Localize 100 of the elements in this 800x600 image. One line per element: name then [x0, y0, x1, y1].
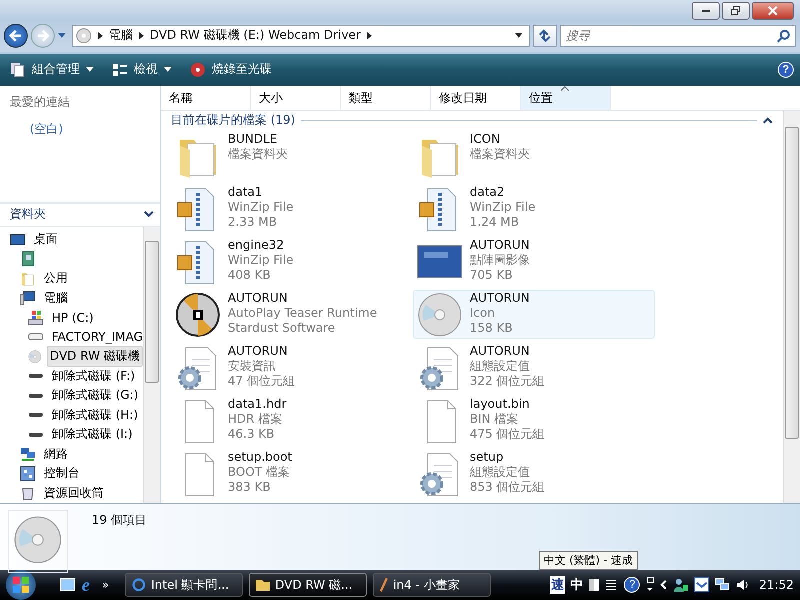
column-header[interactable]: 位置 [521, 86, 611, 110]
chevron-down-icon[interactable] [144, 210, 154, 219]
ime-indicator[interactable]: 中 [570, 576, 584, 594]
file-item[interactable]: AUTORUN Icon 158 KB [413, 290, 655, 339]
taskbar-button[interactable]: DVD RW 磁... [249, 573, 368, 597]
empty-text: (空白) [30, 120, 64, 138]
tree-item[interactable]: 控制台 [41, 463, 83, 484]
restore-button[interactable] [722, 2, 750, 20]
tree-item[interactable]: 桌面 [31, 229, 61, 250]
refresh-icon [538, 28, 552, 43]
start-button[interactable] [6, 570, 36, 600]
computer-icon [20, 290, 36, 306]
file-item[interactable]: setup 組態設定值 853 個位元組 [413, 448, 655, 498]
show-desktop-icon[interactable] [60, 577, 76, 593]
refresh-button[interactable] [533, 24, 557, 47]
search-icon [777, 28, 791, 43]
column-header[interactable]: 類型 [341, 86, 431, 110]
tree-item[interactable]: DVD RW 磁碟機 [47, 346, 143, 368]
desktop-icon [10, 232, 26, 248]
disc-icon [76, 28, 92, 44]
control-panel-icon [20, 466, 36, 482]
toolbar-button[interactable]: 燒錄至光碟 [186, 58, 276, 82]
tree-item[interactable]: 網路 [41, 444, 71, 465]
tree-item[interactable]: FACTORY_IMAG [49, 328, 143, 346]
back-button[interactable] [4, 24, 28, 48]
tree-item[interactable]: 卸除式磁碟 (F:) [49, 366, 138, 387]
scrollbar[interactable] [143, 226, 160, 503]
search-field[interactable]: 搜尋 [560, 24, 796, 47]
restore-icon[interactable] [645, 577, 656, 593]
scrollbar[interactable] [783, 110, 800, 503]
tree-item[interactable]: 卸除式磁碟 (H:) [49, 404, 142, 426]
file-item[interactable]: AUTORUN 組態設定值 322 個位元組 [413, 342, 655, 392]
file-item[interactable]: AUTORUN 安裝資訊 47 個位元組 [171, 342, 413, 392]
user-icon[interactable] [673, 577, 690, 593]
file-item[interactable]: data1 WinZip File 2.33 MB [171, 184, 413, 233]
file-item[interactable]: data1.hdr HDR 檔案 46.3 KB [171, 396, 413, 445]
chevron-icon[interactable] [139, 32, 144, 40]
address-bar[interactable]: 電腦 DVD RW 磁碟機 (E:) Webcam Driver [72, 24, 530, 47]
file-item[interactable]: AUTORUN AutoPlay Teaser Runtime Stardust Software [171, 290, 413, 339]
help-button[interactable]: ? [778, 62, 794, 78]
minimize-button[interactable] [692, 2, 720, 20]
taskbar-button[interactable]: Intel 顯卡問... [125, 573, 244, 597]
minimize-icon [702, 10, 710, 12]
collapse-icon[interactable] [763, 116, 773, 125]
toolbar-button[interactable]: 檢視 [108, 58, 176, 82]
tree-item[interactable]: 電腦 [41, 288, 71, 309]
disc-icon [28, 348, 42, 365]
view-icon [112, 62, 128, 78]
file-item[interactable]: data2 WinZip File 1.24 MB [413, 184, 655, 233]
folder-icon [256, 580, 270, 590]
clock: 21:52 [759, 578, 794, 592]
network-icon [20, 446, 36, 462]
close-button[interactable] [752, 2, 794, 20]
chevron-icon[interactable] [366, 32, 373, 40]
pages-icon [10, 62, 26, 78]
chevron-icon[interactable] [98, 32, 103, 40]
caret-icon [164, 67, 172, 72]
disc-icon [190, 62, 206, 78]
tree-item[interactable]: 公用 [41, 268, 71, 290]
caret-icon[interactable] [58, 32, 66, 39]
drive-icon [28, 432, 44, 438]
tree-item[interactable]: 卸除式磁碟 (G:) [49, 385, 142, 406]
dropdown-icon[interactable] [515, 32, 523, 39]
network-icon[interactable] [715, 577, 732, 593]
file-item[interactable]: setup.boot BOOT 檔案 383 KB [171, 448, 413, 498]
tooltip: 中文 (繁體) - 速成 [538, 551, 638, 570]
file-item[interactable]: BUNDLE 檔案資料夾 [171, 130, 413, 180]
browser-icon [132, 578, 146, 592]
contacts-icon [20, 251, 36, 268]
close-icon [768, 6, 778, 16]
toolbar-button[interactable]: 組合管理 [6, 58, 98, 82]
file-item[interactable]: engine32 WinZip File 408 KB [171, 236, 413, 286]
tree-item[interactable]: 卸除式磁碟 (I:) [49, 424, 136, 446]
drive-icon [28, 373, 44, 380]
column-header[interactable]: 大小 [251, 86, 341, 110]
group-heading: 目前在碟片的檔案 (19) [171, 112, 296, 130]
favorites-heading: 最愛的連結 [10, 94, 71, 111]
tree-item[interactable]: 資源回收筒 [41, 482, 107, 503]
breadcrumb[interactable]: DVD RW 磁碟機 (E:) Webcam Driver [150, 27, 361, 44]
overflow-button[interactable]: » [102, 578, 110, 592]
column-header[interactable]: 名稱 [161, 86, 251, 110]
file-item[interactable]: ICON 檔案資料夾 [413, 130, 655, 180]
drive-icon [28, 392, 44, 399]
folder-icon [20, 270, 36, 287]
disc-icon [416, 290, 464, 339]
ime-indicator[interactable]: 速 [550, 576, 566, 594]
volume-icon[interactable] [736, 578, 750, 592]
file-item[interactable]: AUTORUN 點陣圖影像 705 KB [413, 236, 655, 286]
help-button[interactable]: ? [624, 577, 640, 593]
breadcrumb[interactable]: 電腦 [109, 27, 133, 44]
file-item[interactable]: layout.bin BIN 檔案 475 個位元組 [413, 396, 655, 445]
disc-icon [174, 290, 222, 339]
restore-icon [731, 6, 741, 16]
chevron-left-icon[interactable] [660, 580, 668, 590]
taskbar-button[interactable]: in4 - 小畫家 [373, 573, 492, 597]
tree-item[interactable]: HP (C:) [49, 308, 97, 327]
item-count: 19 個項目 [92, 512, 148, 529]
browser-button[interactable]: e [82, 574, 90, 596]
half-width-icon[interactable] [588, 578, 600, 592]
windows-logo [13, 577, 29, 593]
